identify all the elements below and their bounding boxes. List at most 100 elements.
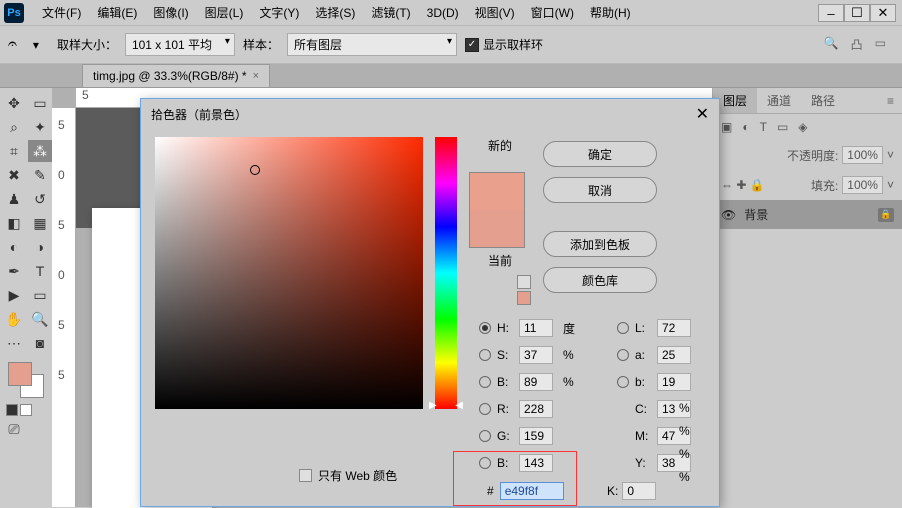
l-input[interactable] [657, 319, 691, 337]
marquee-tool[interactable]: ▭ [28, 92, 52, 114]
foreground-swatch[interactable] [8, 362, 32, 386]
radio-s[interactable] [479, 349, 491, 361]
eraser-tool[interactable]: ◧ [2, 212, 26, 234]
crop-tool[interactable]: ⌗ [2, 140, 26, 162]
new-color-swatch [470, 173, 524, 210]
gamut-warning-icon[interactable] [517, 275, 531, 289]
h-input[interactable] [519, 319, 553, 337]
screen-mode-tool[interactable]: ⎚ [2, 418, 26, 440]
share-icon[interactable]: 凸 [851, 36, 863, 53]
menu-3d[interactable]: 3D(D) [419, 2, 467, 24]
hand-tool[interactable]: ✋ [2, 308, 26, 330]
menu-filter[interactable]: 滤镜(T) [363, 0, 418, 25]
edit-toolbar[interactable]: ⋯ [2, 332, 26, 354]
eyedropper-tool[interactable]: ⁂ [28, 140, 52, 162]
gamut-swatch[interactable] [517, 291, 531, 305]
r-input[interactable] [519, 400, 553, 418]
sample-layers-dropdown[interactable]: 所有图层 [287, 33, 457, 56]
new-color-label: 新的 [469, 137, 531, 154]
m-label: M: [635, 429, 653, 443]
filter-pixel-icon[interactable]: ▣ [721, 120, 732, 134]
gradient-tool[interactable]: ▦ [28, 212, 52, 234]
quickmask-tool[interactable]: ◙ [28, 332, 52, 354]
bv-unit: % [563, 375, 585, 389]
radio-l[interactable] [617, 322, 629, 334]
heal-tool[interactable]: ✖ [2, 164, 26, 186]
filter-shape-icon[interactable]: ▭ [777, 120, 788, 134]
window-maximize-button[interactable]: ☐ [844, 4, 870, 22]
history-brush-tool[interactable]: ↺ [28, 188, 52, 210]
type-tool[interactable]: T [28, 260, 52, 282]
menu-help[interactable]: 帮助(H) [582, 0, 639, 25]
dodge-tool[interactable]: ◑ [28, 236, 52, 258]
menu-file[interactable]: 文件(F) [34, 0, 89, 25]
menu-type[interactable]: 文字(Y) [251, 0, 307, 25]
radio-g[interactable] [479, 430, 491, 442]
add-swatch-button[interactable]: 添加到色板 [543, 231, 657, 257]
menu-edit[interactable]: 编辑(E) [89, 0, 145, 25]
zoom-tool[interactable]: 🔍 [28, 308, 52, 330]
opacity-value[interactable]: 100% [842, 146, 883, 164]
radio-h[interactable] [479, 322, 491, 334]
window-minimize-button[interactable]: – [818, 4, 844, 22]
filter-smart-icon[interactable]: ◈ [798, 120, 807, 134]
menu-image[interactable]: 图像(I) [145, 0, 196, 25]
color-libraries-button[interactable]: 颜色库 [543, 267, 657, 293]
visibility-icon[interactable]: 👁 [721, 208, 736, 222]
show-ring-label: 显示取样环 [483, 36, 543, 53]
web-only-checkbox[interactable] [299, 469, 312, 482]
panel-menu-icon[interactable]: ≡ [887, 94, 902, 108]
radio-bv[interactable] [479, 376, 491, 388]
radio-r[interactable] [479, 403, 491, 415]
mini-swatch-2[interactable] [20, 404, 32, 416]
k-input[interactable] [622, 482, 656, 500]
lock-icons[interactable]: ⇔ ✚ 🔒 [721, 178, 765, 192]
stamp-tool[interactable]: ♟ [2, 188, 26, 210]
b-input[interactable] [657, 373, 691, 391]
brush-tool[interactable]: ✎ [28, 164, 52, 186]
s-input[interactable] [519, 346, 553, 364]
opacity-chevron-icon[interactable]: ˅ [887, 148, 894, 162]
filter-adjust-icon[interactable]: ◐ [742, 120, 749, 134]
sample-size-dropdown[interactable]: 101 x 101 平均 [125, 33, 235, 56]
close-tab-icon[interactable]: × [253, 70, 259, 82]
lock-icon[interactable]: 🔒 [878, 208, 894, 222]
menu-layer[interactable]: 图层(L) [197, 0, 252, 25]
window-close-button[interactable]: ✕ [870, 4, 896, 22]
magic-wand-tool[interactable]: ✦ [28, 116, 52, 138]
g-input[interactable] [519, 427, 553, 445]
show-ring-checkbox[interactable]: ✓ [465, 38, 479, 52]
document-tab[interactable]: timg.jpg @ 33.3%(RGB/8#) * × [82, 64, 270, 87]
filter-type-icon[interactable]: T [760, 120, 767, 134]
menu-view[interactable]: 视图(V) [467, 0, 523, 25]
pen-tool[interactable]: ✒ [2, 260, 26, 282]
search-icon[interactable]: 🔍 [824, 36, 839, 53]
dialog-close-button[interactable]: ✕ [696, 104, 709, 124]
mini-swatch-1[interactable] [6, 404, 18, 416]
shape-tool[interactable]: ▭ [28, 284, 52, 306]
menu-window[interactable]: 窗口(W) [523, 0, 582, 25]
ok-button[interactable]: 确定 [543, 141, 657, 167]
path-select-tool[interactable]: ▶ [2, 284, 26, 306]
color-cursor[interactable] [250, 165, 260, 175]
fill-value[interactable]: 100% [842, 176, 883, 194]
lasso-tool[interactable]: ⌕ [2, 116, 26, 138]
sample-label: 样本： [243, 36, 279, 53]
move-tool[interactable]: ✥ [2, 92, 26, 114]
menu-select[interactable]: 选择(S) [307, 0, 363, 25]
fill-chevron-icon[interactable]: ˅ [887, 178, 894, 192]
tab-paths[interactable]: 路径 [801, 88, 845, 113]
bv-input[interactable] [519, 373, 553, 391]
blur-tool[interactable]: ◐ [2, 236, 26, 258]
layer-row-background[interactable]: 👁 背景 🔒 [713, 200, 902, 229]
radio-a[interactable] [617, 349, 629, 361]
workspace-icon[interactable]: ▭ [875, 36, 886, 53]
radio-b[interactable] [617, 376, 629, 388]
hue-slider[interactable]: ▶ ◀ [435, 137, 457, 409]
cancel-button[interactable]: 取消 [543, 177, 657, 203]
color-swatches[interactable] [2, 356, 52, 402]
saturation-field[interactable] [155, 137, 423, 409]
a-input[interactable] [657, 346, 691, 364]
b-label: b: [635, 375, 653, 389]
tab-channels[interactable]: 通道 [757, 88, 801, 113]
